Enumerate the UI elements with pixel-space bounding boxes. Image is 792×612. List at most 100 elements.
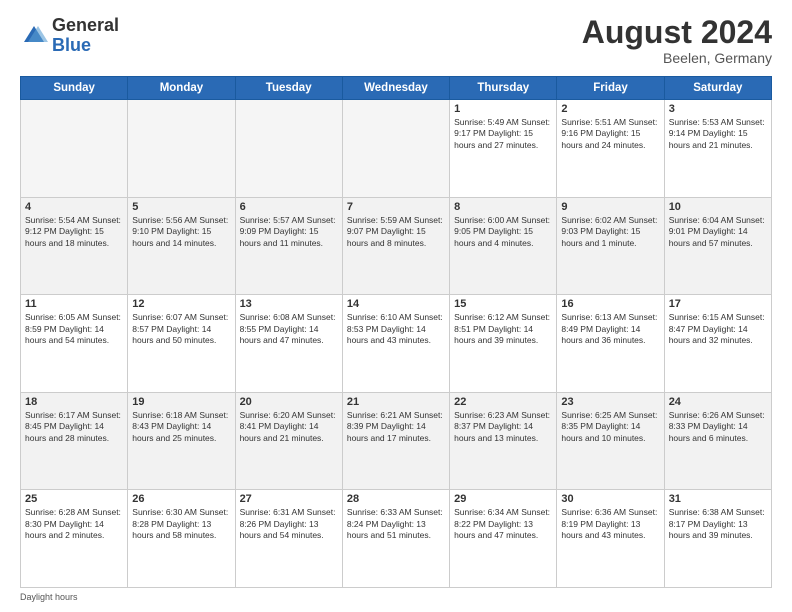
- calendar-cell: 14 Sunrise: 6:10 AM Sunset: 8:53 PM Dayli…: [342, 295, 449, 393]
- day-number: 5: [132, 201, 230, 213]
- calendar-cell: 26Sunrise: 6:30 AM Sunset: 8:28 PM Dayli…: [128, 490, 235, 588]
- calendar-cell: 12 Sunrise: 6:07 AM Sunset: 8:57 PM Dayli…: [128, 295, 235, 393]
- calendar-cell: 5 Sunrise: 5:56 AM Sunset: 9:10 PM Daylig…: [128, 197, 235, 295]
- day-number: 16: [561, 298, 659, 310]
- logo-general-text: General: [52, 15, 119, 35]
- calendar-cell: 3 Sunrise: 5:53 AM Sunset: 9:14 PM Daylig…: [664, 100, 771, 198]
- day-info: Sunrise: 6:26 AM Sunset: 8:33 PM Dayligh…: [669, 410, 767, 444]
- day-number: 6: [240, 201, 338, 213]
- calendar-cell: 29Sunrise: 6:34 AM Sunset: 8:22 PM Dayli…: [450, 490, 557, 588]
- calendar-cell: 22 Sunrise: 6:23 AM Sunset: 8:37 PM Dayli…: [450, 392, 557, 490]
- day-info: Sunrise: 5:59 AM Sunset: 9:07 PM Dayligh…: [347, 215, 445, 249]
- calendar-cell: 31 Sunrise: 6:38 AM Sunset: 8:17 PM Dayli…: [664, 490, 771, 588]
- calendar-cell: 13 Sunrise: 6:08 AM Sunset: 8:55 PM Dayli…: [235, 295, 342, 393]
- calendar-cell: 24 Sunrise: 6:26 AM Sunset: 8:33 PM Dayli…: [664, 392, 771, 490]
- calendar-cell: 28 Sunrise: 6:33 AM Sunset: 8:24 PM Dayli…: [342, 490, 449, 588]
- day-number: 12: [132, 298, 230, 310]
- weekday-header: Tuesday: [235, 77, 342, 100]
- calendar-cell: [235, 100, 342, 198]
- day-number: 11: [25, 298, 123, 310]
- calendar-cell: 27Sunrise: 6:31 AM Sunset: 8:26 PM Dayli…: [235, 490, 342, 588]
- day-info: Sunrise: 5:57 AM Sunset: 9:09 PM Dayligh…: [240, 215, 338, 249]
- calendar-week-row: 25 Sunrise: 6:28 AM Sunset: 8:30 PM Dayli…: [21, 490, 772, 588]
- calendar: SundayMondayTuesdayWednesdayThursdayFrid…: [20, 76, 772, 588]
- day-info: Sunrise: 6:28 AM Sunset: 8:30 PM Dayligh…: [25, 507, 123, 541]
- calendar-cell: 17 Sunrise: 6:15 AM Sunset: 8:47 PM Dayli…: [664, 295, 771, 393]
- calendar-cell: 7 Sunrise: 5:59 AM Sunset: 9:07 PM Daylig…: [342, 197, 449, 295]
- day-info: Sunrise: 6:07 AM Sunset: 8:57 PM Dayligh…: [132, 312, 230, 346]
- calendar-cell: 10 Sunrise: 6:04 AM Sunset: 9:01 PM Dayli…: [664, 197, 771, 295]
- day-number: 30: [561, 493, 659, 505]
- day-number: 3: [669, 103, 767, 115]
- day-number: 31: [669, 493, 767, 505]
- calendar-cell: 18 Sunrise: 6:17 AM Sunset: 8:45 PM Dayli…: [21, 392, 128, 490]
- day-info: Sunrise: 6:10 AM Sunset: 8:53 PM Dayligh…: [347, 312, 445, 346]
- logo-icon: [20, 22, 48, 50]
- calendar-cell: 6 Sunrise: 5:57 AM Sunset: 9:09 PM Daylig…: [235, 197, 342, 295]
- day-info: Sunrise: 5:51 AM Sunset: 9:16 PM Dayligh…: [561, 117, 659, 151]
- day-info: Sunrise: 5:53 AM Sunset: 9:14 PM Dayligh…: [669, 117, 767, 151]
- day-info: Sunrise: 6:34 AM Sunset: 8:22 PM Dayligh…: [454, 507, 552, 541]
- month-year: August 2024: [582, 16, 772, 48]
- weekday-header-row: SundayMondayTuesdayWednesdayThursdayFrid…: [21, 77, 772, 100]
- day-number: 7: [347, 201, 445, 213]
- calendar-cell: 15 Sunrise: 6:12 AM Sunset: 8:51 PM Dayli…: [450, 295, 557, 393]
- day-info: Sunrise: 5:54 AM Sunset: 9:12 PM Dayligh…: [25, 215, 123, 249]
- weekday-header: Thursday: [450, 77, 557, 100]
- day-number: 10: [669, 201, 767, 213]
- calendar-cell: [342, 100, 449, 198]
- day-info: Sunrise: 6:18 AM Sunset: 8:43 PM Dayligh…: [132, 410, 230, 444]
- calendar-week-row: 4 Sunrise: 5:54 AM Sunset: 9:12 PM Daylig…: [21, 197, 772, 295]
- day-info: Sunrise: 6:05 AM Sunset: 8:59 PM Dayligh…: [25, 312, 123, 346]
- day-info: Sunrise: 6:04 AM Sunset: 9:01 PM Dayligh…: [669, 215, 767, 249]
- day-number: 2: [561, 103, 659, 115]
- day-number: 23: [561, 396, 659, 408]
- day-number: 24: [669, 396, 767, 408]
- day-number: 4: [25, 201, 123, 213]
- calendar-cell: 25 Sunrise: 6:28 AM Sunset: 8:30 PM Dayli…: [21, 490, 128, 588]
- day-info: Sunrise: 6:36 AM Sunset: 8:19 PM Dayligh…: [561, 507, 659, 541]
- day-number: 17: [669, 298, 767, 310]
- calendar-cell: 16Sunrise: 6:13 AM Sunset: 8:49 PM Dayli…: [557, 295, 664, 393]
- day-number: 14: [347, 298, 445, 310]
- calendar-cell: 11 Sunrise: 6:05 AM Sunset: 8:59 PM Dayli…: [21, 295, 128, 393]
- weekday-header: Sunday: [21, 77, 128, 100]
- day-info: Sunrise: 6:20 AM Sunset: 8:41 PM Dayligh…: [240, 410, 338, 444]
- day-info: Sunrise: 6:00 AM Sunset: 9:05 PM Dayligh…: [454, 215, 552, 249]
- weekday-header: Saturday: [664, 77, 771, 100]
- calendar-cell: 19 Sunrise: 6:18 AM Sunset: 8:43 PM Dayli…: [128, 392, 235, 490]
- day-number: 18: [25, 396, 123, 408]
- day-info: Sunrise: 6:08 AM Sunset: 8:55 PM Dayligh…: [240, 312, 338, 346]
- day-number: 28: [347, 493, 445, 505]
- page: General Blue August 2024 Beelen, Germany…: [0, 0, 792, 612]
- day-info: Sunrise: 6:33 AM Sunset: 8:24 PM Dayligh…: [347, 507, 445, 541]
- calendar-week-row: 11 Sunrise: 6:05 AM Sunset: 8:59 PM Dayli…: [21, 295, 772, 393]
- day-number: 19: [132, 396, 230, 408]
- day-info: Sunrise: 6:15 AM Sunset: 8:47 PM Dayligh…: [669, 312, 767, 346]
- calendar-cell: 8Sunrise: 6:00 AM Sunset: 9:05 PM Daylig…: [450, 197, 557, 295]
- day-number: 22: [454, 396, 552, 408]
- day-info: Sunrise: 5:56 AM Sunset: 9:10 PM Dayligh…: [132, 215, 230, 249]
- weekday-header: Wednesday: [342, 77, 449, 100]
- day-info: Sunrise: 6:02 AM Sunset: 9:03 PM Dayligh…: [561, 215, 659, 249]
- calendar-cell: 9 Sunrise: 6:02 AM Sunset: 9:03 PM Daylig…: [557, 197, 664, 295]
- day-number: 15: [454, 298, 552, 310]
- day-number: 26: [132, 493, 230, 505]
- calendar-cell: 1 Sunrise: 5:49 AM Sunset: 9:17 PM Daylig…: [450, 100, 557, 198]
- day-number: 1: [454, 103, 552, 115]
- day-info: Sunrise: 6:23 AM Sunset: 8:37 PM Dayligh…: [454, 410, 552, 444]
- day-info: Sunrise: 6:17 AM Sunset: 8:45 PM Dayligh…: [25, 410, 123, 444]
- day-info: Sunrise: 5:49 AM Sunset: 9:17 PM Dayligh…: [454, 117, 552, 151]
- calendar-cell: 23Sunrise: 6:25 AM Sunset: 8:35 PM Dayli…: [557, 392, 664, 490]
- header: General Blue August 2024 Beelen, Germany: [20, 16, 772, 66]
- day-info: Sunrise: 6:12 AM Sunset: 8:51 PM Dayligh…: [454, 312, 552, 346]
- day-number: 25: [25, 493, 123, 505]
- calendar-cell: 30 Sunrise: 6:36 AM Sunset: 8:19 PM Dayli…: [557, 490, 664, 588]
- weekday-header: Monday: [128, 77, 235, 100]
- day-number: 13: [240, 298, 338, 310]
- day-info: Sunrise: 6:38 AM Sunset: 8:17 PM Dayligh…: [669, 507, 767, 541]
- day-number: 9: [561, 201, 659, 213]
- day-number: 20: [240, 396, 338, 408]
- day-number: 21: [347, 396, 445, 408]
- calendar-cell: 2 Sunrise: 5:51 AM Sunset: 9:16 PM Daylig…: [557, 100, 664, 198]
